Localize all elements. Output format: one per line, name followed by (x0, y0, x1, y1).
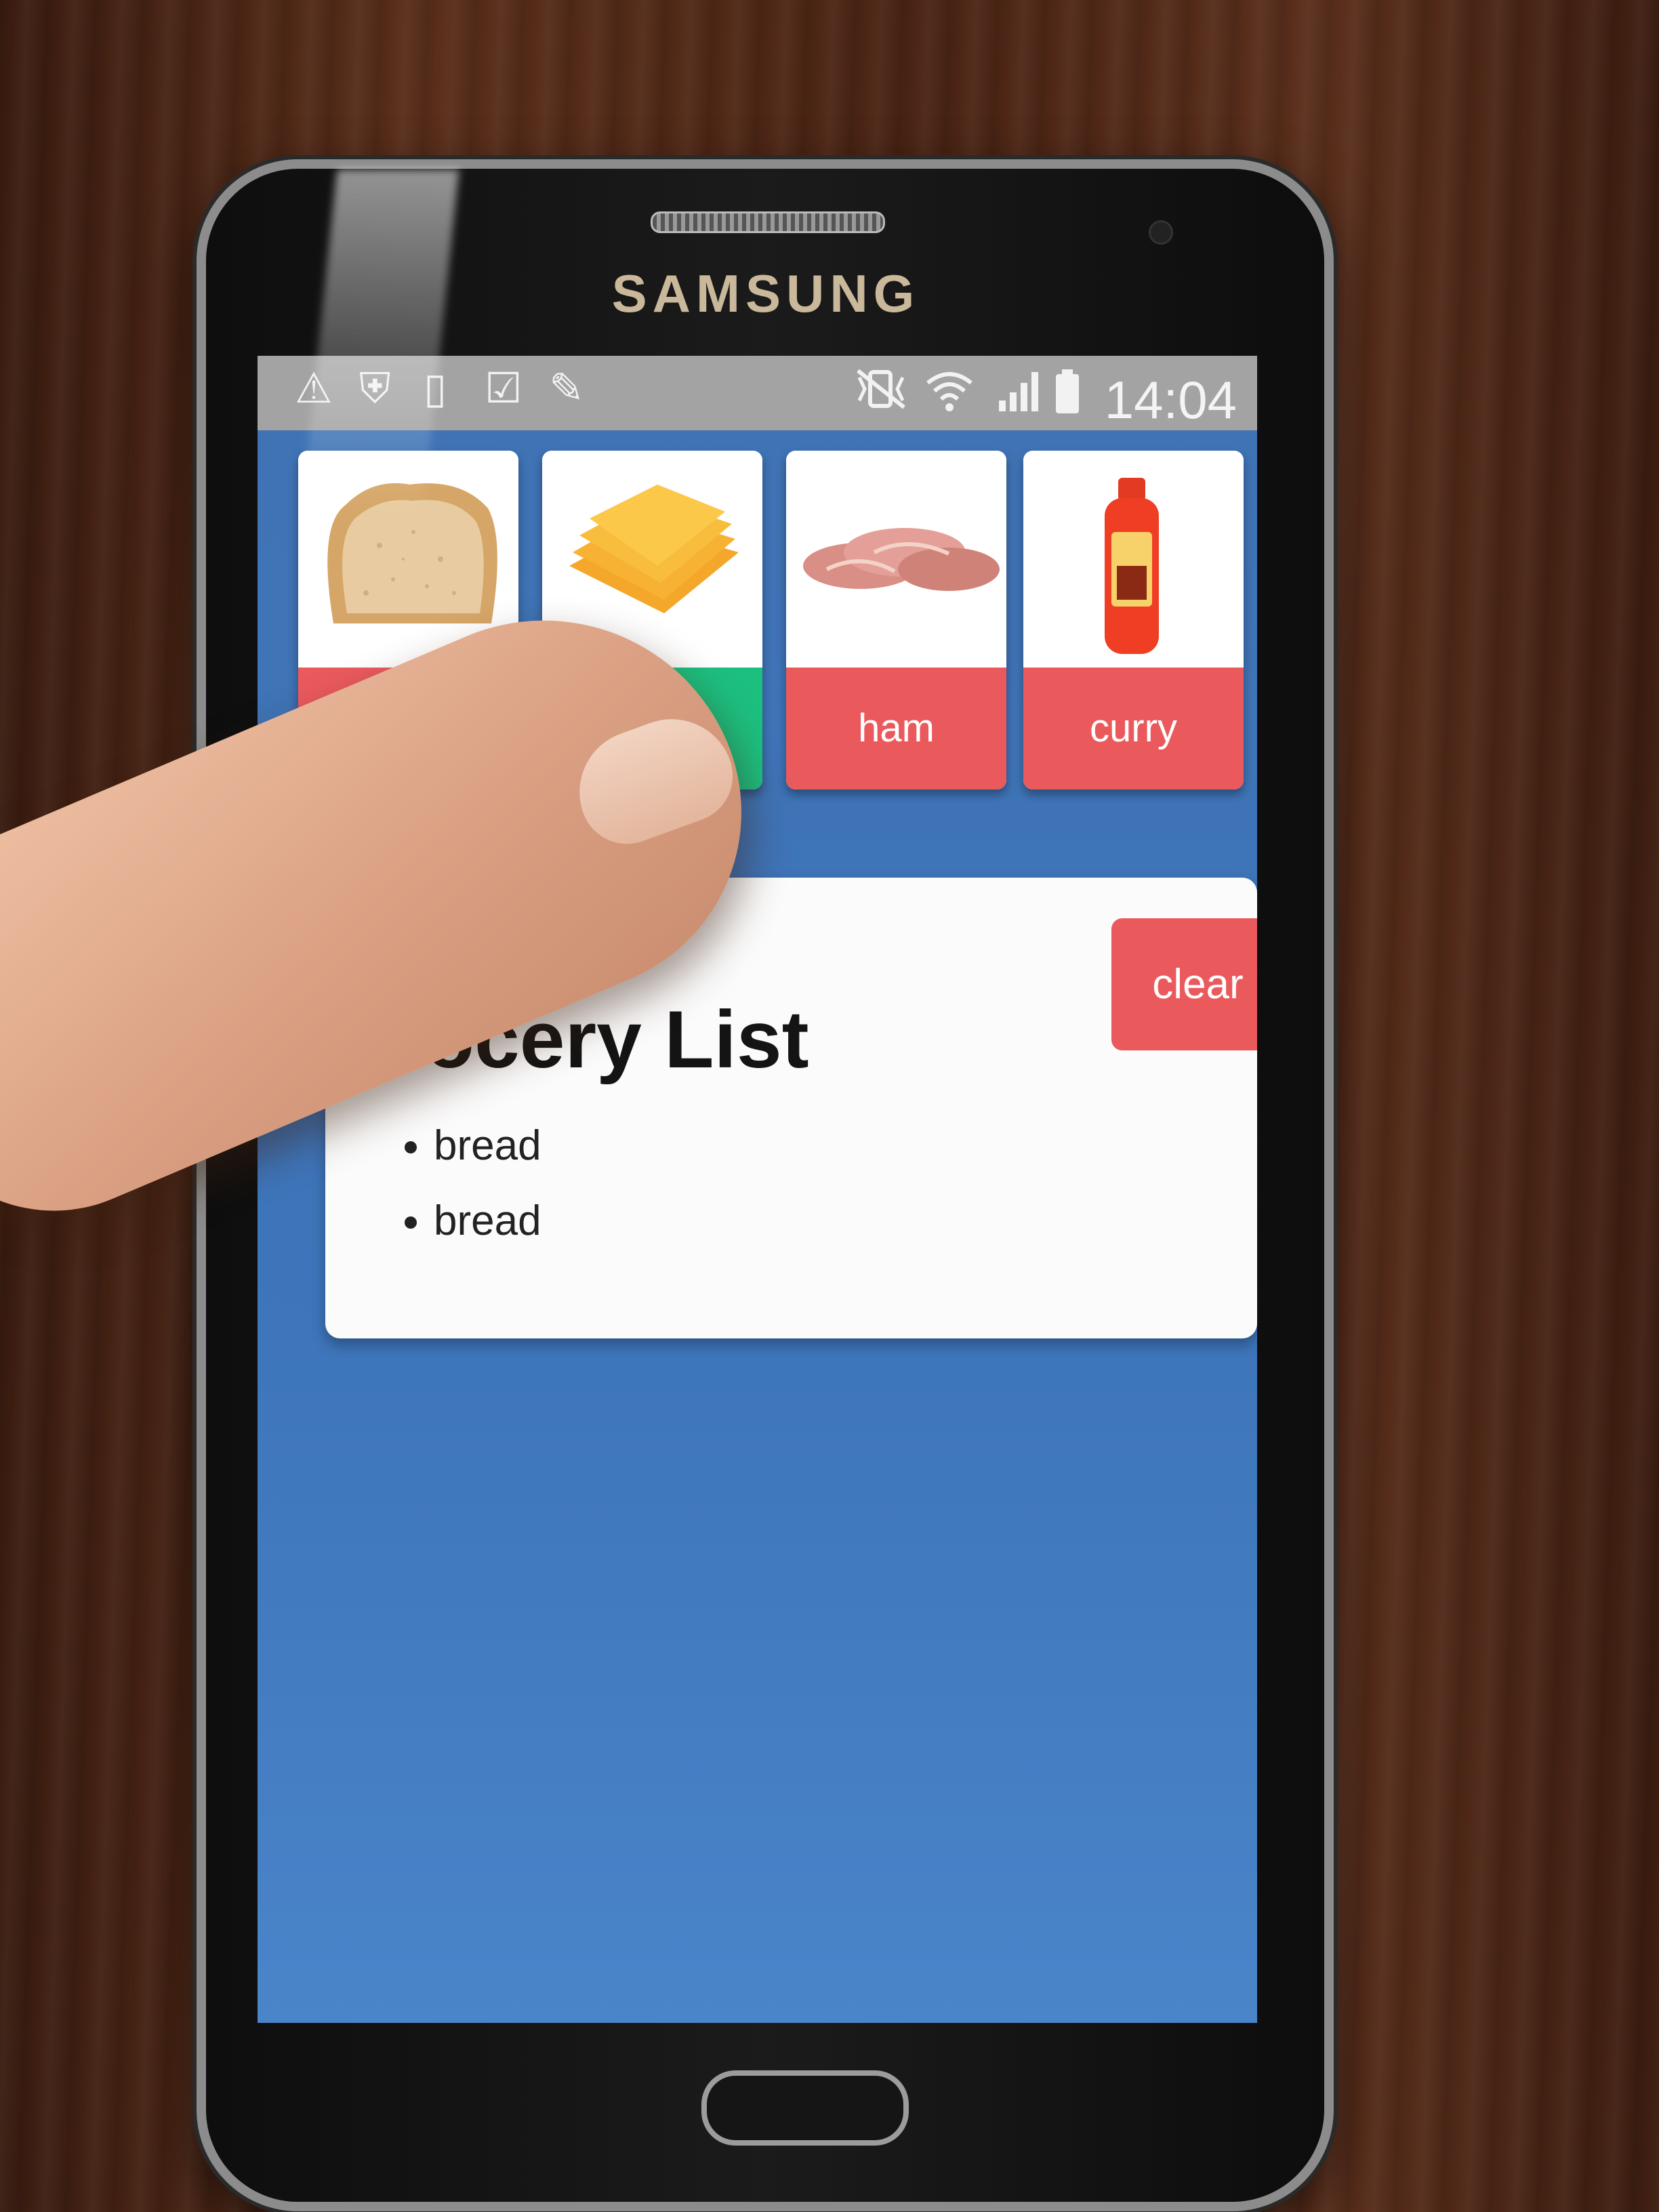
clipboard-check-icon: ☑ (485, 365, 523, 412)
front-camera (1149, 220, 1173, 245)
list-item: bread (434, 1122, 541, 1170)
item-label: curry (1023, 668, 1244, 790)
grocery-list: bread bread (366, 1122, 541, 1272)
list-item: bread (434, 1197, 541, 1245)
battery-icon (1054, 368, 1081, 423)
item-card-ham[interactable]: ham (786, 451, 1006, 790)
ham-icon (786, 451, 1006, 668)
wifi-icon (925, 368, 974, 420)
clock: 14:04 (1104, 370, 1237, 430)
phone-screen: ⚠ ⛨ ▯ ☑ ✎ 14:04 (258, 356, 1257, 2023)
clear-button[interactable]: clear (1111, 918, 1257, 1050)
home-button[interactable] (701, 2070, 909, 2146)
pencil-icon: ✎ (549, 365, 584, 412)
earpiece-speaker (651, 211, 885, 233)
curry-bottle-icon (1023, 451, 1244, 668)
item-card-curry[interactable]: curry (1023, 451, 1244, 790)
signal-icon (996, 368, 1044, 420)
brand-logo: SAMSUNG (611, 264, 920, 323)
mute-vibrate-icon (854, 368, 908, 417)
item-label: ham (786, 668, 1006, 790)
